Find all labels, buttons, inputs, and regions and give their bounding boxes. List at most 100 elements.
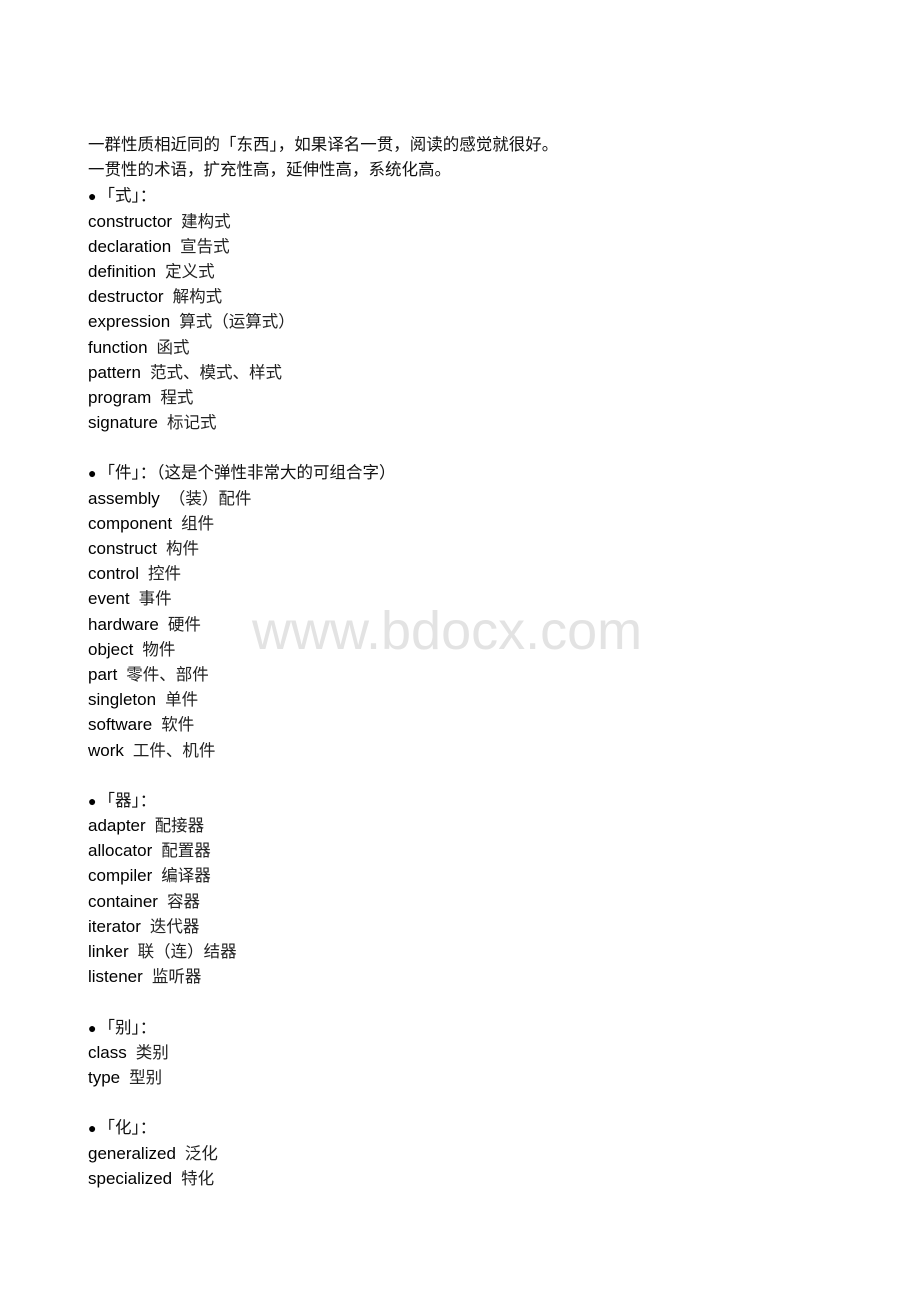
term-english: object: [88, 639, 134, 659]
term-chinese: 软件: [161, 715, 195, 735]
term-row: type 型别: [88, 1065, 848, 1090]
term-english: software: [88, 715, 153, 735]
term-chinese: 函式: [156, 337, 190, 357]
term-row: definition 定义式: [88, 259, 848, 284]
term-row: object 物件: [88, 637, 848, 662]
term-row: assembly （装）配件: [88, 486, 848, 511]
term-chinese: 算式（运算式）: [179, 312, 295, 332]
term-row: allocator 配置器: [88, 838, 848, 863]
term-chinese: 配接器: [154, 816, 205, 836]
bullet-icon: ●: [88, 1019, 97, 1036]
term-chinese: 构件: [165, 539, 199, 558]
section-heading-text: 「件」：（这是个弹性非常大的可组合字）: [98, 464, 396, 483]
term-row: iterator 迭代器: [88, 914, 848, 939]
bullet-icon: ●: [88, 465, 97, 482]
term-english: assembly: [88, 488, 160, 508]
term-chinese: 单件: [165, 690, 199, 710]
term-chinese: 编译器: [161, 866, 211, 886]
term-english: signature: [88, 413, 158, 433]
bullet-icon: ●: [88, 792, 97, 809]
section-heading: ● 「件」：（这是个弹性非常大的可组合字）: [88, 460, 848, 485]
term-english: hardware: [88, 614, 159, 634]
term-chinese: 组件: [181, 513, 215, 533]
term-chinese: 工件、机件: [132, 740, 216, 760]
bullet-icon: ●: [88, 1120, 97, 1137]
term-chinese: 特化: [181, 1168, 215, 1188]
term-row: pattern 范式、模式、样式: [88, 360, 848, 385]
term-chinese: 宣告式: [180, 236, 230, 256]
term-english: listener: [88, 967, 143, 987]
term-english: iterator: [88, 916, 141, 936]
glossary-sections: ● 「式」： constructor 建构式 declaration 宣告式 definit…: [88, 183, 848, 1191]
term-chinese: 容器: [166, 891, 200, 911]
section-heading: ● 「式」：: [88, 183, 848, 208]
term-row: signature 标记式: [88, 410, 848, 435]
term-english: class: [88, 1042, 127, 1062]
term-english: definition: [88, 261, 157, 281]
term-row: generalized 泛化: [88, 1141, 848, 1166]
term-chinese: 范式、模式、样式: [149, 362, 282, 382]
term-english: generalized: [88, 1143, 176, 1163]
term-english: destructor: [88, 287, 164, 307]
term-row: software 软件: [88, 712, 848, 737]
term-chinese: 联（连）结器: [137, 942, 237, 961]
term-row: container 容器: [88, 889, 848, 914]
term-chinese: （装）配件: [168, 488, 252, 508]
term-chinese: 物件: [142, 639, 176, 659]
term-chinese: 配置器: [161, 841, 211, 861]
term-row: component 组件: [88, 511, 848, 536]
term-row: control 控件: [88, 561, 848, 586]
bullet-icon: ●: [88, 188, 97, 205]
term-chinese: 迭代器: [149, 916, 200, 936]
term-row: expression 算式（运算式）: [88, 309, 848, 334]
term-english: singleton: [88, 690, 157, 710]
term-chinese: 泛化: [184, 1143, 218, 1163]
term-english: specialized: [88, 1168, 173, 1188]
term-english: adapter: [88, 816, 146, 836]
term-english: type: [88, 1067, 121, 1087]
term-row: compiler 编译器: [88, 863, 848, 888]
term-english: program: [88, 387, 152, 407]
term-chinese: 类别: [135, 1042, 169, 1062]
section-heading-text: 「式」：: [98, 187, 157, 206]
term-english: linker: [88, 942, 129, 961]
section-heading-text: 「别」：: [98, 1018, 157, 1037]
term-english: event: [88, 589, 130, 609]
term-english: pattern: [88, 362, 141, 382]
term-row: program 程式: [88, 385, 848, 410]
term-row: hardware 硬件: [88, 612, 848, 637]
term-english: function: [88, 337, 148, 357]
section-heading: ● 「器」：: [88, 788, 848, 813]
term-row: construct 构件: [88, 536, 848, 561]
term-row: adapter 配接器: [88, 813, 848, 838]
term-row: destructor 解构式: [88, 284, 848, 309]
term-chinese: 事件: [138, 589, 172, 609]
term-row: event 事件: [88, 586, 848, 611]
term-row: singleton 单件: [88, 687, 848, 712]
term-chinese: 标记式: [166, 413, 217, 433]
section-heading: ● 「别」：: [88, 1015, 848, 1040]
term-chinese: 程式: [160, 387, 194, 407]
term-english: expression: [88, 312, 171, 332]
term-row: part 零件、部件: [88, 662, 848, 687]
term-english: container: [88, 891, 158, 911]
term-english: work: [88, 740, 124, 760]
term-row: function 函式: [88, 335, 848, 360]
term-english: component: [88, 513, 173, 533]
section-heading-text: 「化」：: [98, 1119, 157, 1138]
term-chinese: 建构式: [181, 211, 231, 231]
intro-line: 一群性质相近同的「东西」，如果译名一贯，阅读的感觉就很好。: [88, 136, 559, 154]
term-chinese: 型别: [129, 1067, 163, 1087]
term-row: declaration 宣告式: [88, 234, 848, 259]
term-english: declaration: [88, 236, 172, 256]
intro-line: 一贯性的术语，扩充性高，延伸性高，系统化高。: [88, 161, 451, 180]
term-english: allocator: [88, 841, 153, 861]
term-row: listener 监听器: [88, 964, 848, 989]
term-english: part: [88, 664, 118, 684]
term-row: class 类别: [88, 1040, 848, 1065]
term-chinese: 监听器: [151, 967, 202, 987]
term-row: linker 联（连）结器: [88, 939, 848, 964]
